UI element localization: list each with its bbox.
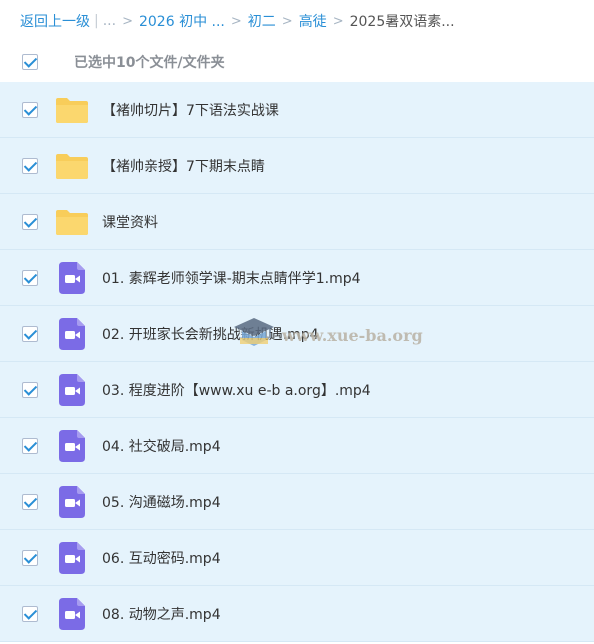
file-name[interactable]: 02. 开班家长会新挑战新机遇.mp4 [102,324,319,344]
folder-icon [54,94,90,126]
file-name[interactable]: 06. 互动密码.mp4 [102,548,221,568]
video-file-icon [54,541,90,574]
back-link[interactable]: 返回上一级 [20,11,90,31]
chevron-right-icon: > [281,13,293,29]
breadcrumb-current: 2025暑双语素... [349,14,455,30]
file-name[interactable]: 【褚帅亲授】7下期末点睛 [102,156,265,176]
select-all-checkbox[interactable] [22,54,38,70]
chevron-right-icon: > [332,13,344,29]
folder-row[interactable]: 【褚帅亲授】7下期末点睛 [0,138,594,194]
file-row[interactable]: 04. 社交破局.mp4 [0,418,594,474]
video-file-icon [54,485,90,518]
row-checkbox[interactable] [22,437,38,454]
selection-count: 已选中10个文件/文件夹 [74,55,225,71]
row-checkbox[interactable] [22,269,38,286]
row-checkbox[interactable] [22,325,38,342]
file-row[interactable]: 02. 开班家长会新挑战新机遇.mp4 [0,306,594,362]
file-name[interactable]: 03. 程度进阶【www.xu e-b a.org】.mp4 [102,380,371,400]
file-list: 【褚帅切片】7下语法实战课 【褚帅亲授】7下期末点睛 课堂资料 01. 素辉老师领学课… [0,82,594,642]
file-name[interactable]: 04. 社交破局.mp4 [102,436,221,456]
video-file-icon [54,261,90,294]
file-row[interactable]: 05. 沟通磁场.mp4 [0,474,594,530]
video-file-icon [54,373,90,406]
breadcrumb: 返回上一级 | ... > 2026 初中 ... > 初二 > 高徒 > 20… [0,0,594,42]
breadcrumb-ellipsis: ... [102,13,117,29]
video-file-icon [54,317,90,350]
selection-header: 已选中10个文件/文件夹 [0,42,594,82]
folder-row[interactable]: 课堂资料 [0,194,594,250]
row-checkbox[interactable] [22,605,38,622]
file-name[interactable]: 课堂资料 [102,212,158,232]
row-checkbox[interactable] [22,157,38,174]
row-checkbox[interactable] [22,381,38,398]
video-file-icon [54,597,90,630]
row-checkbox[interactable] [22,493,38,510]
chevron-right-icon: > [122,13,133,29]
file-row[interactable]: 03. 程度进阶【www.xu e-b a.org】.mp4 [0,362,594,418]
breadcrumb-item[interactable]: 初二 [248,11,276,31]
row-checkbox[interactable] [22,213,38,230]
chevron-right-icon: > [230,13,242,29]
breadcrumb-item[interactable]: 2026 初中 ... [139,11,225,31]
file-name[interactable]: 08. 动物之声.mp4 [102,604,221,624]
file-row[interactable]: 08. 动物之声.mp4 [0,586,594,642]
file-name[interactable]: 05. 沟通磁场.mp4 [102,492,221,512]
folder-icon [54,150,90,182]
folder-icon [54,206,90,238]
breadcrumb-pipe: | [94,13,99,29]
folder-row[interactable]: 【褚帅切片】7下语法实战课 [0,82,594,138]
row-checkbox[interactable] [22,549,38,566]
video-file-icon [54,429,90,462]
file-row[interactable]: 06. 互动密码.mp4 [0,530,594,586]
file-name[interactable]: 【褚帅切片】7下语法实战课 [102,100,279,120]
file-row[interactable]: 01. 素辉老师领学课-期末点睛伴学1.mp4 [0,250,594,306]
file-name[interactable]: 01. 素辉老师领学课-期末点睛伴学1.mp4 [102,268,361,288]
row-checkbox[interactable] [22,101,38,118]
breadcrumb-item[interactable]: 高徒 [299,11,327,31]
